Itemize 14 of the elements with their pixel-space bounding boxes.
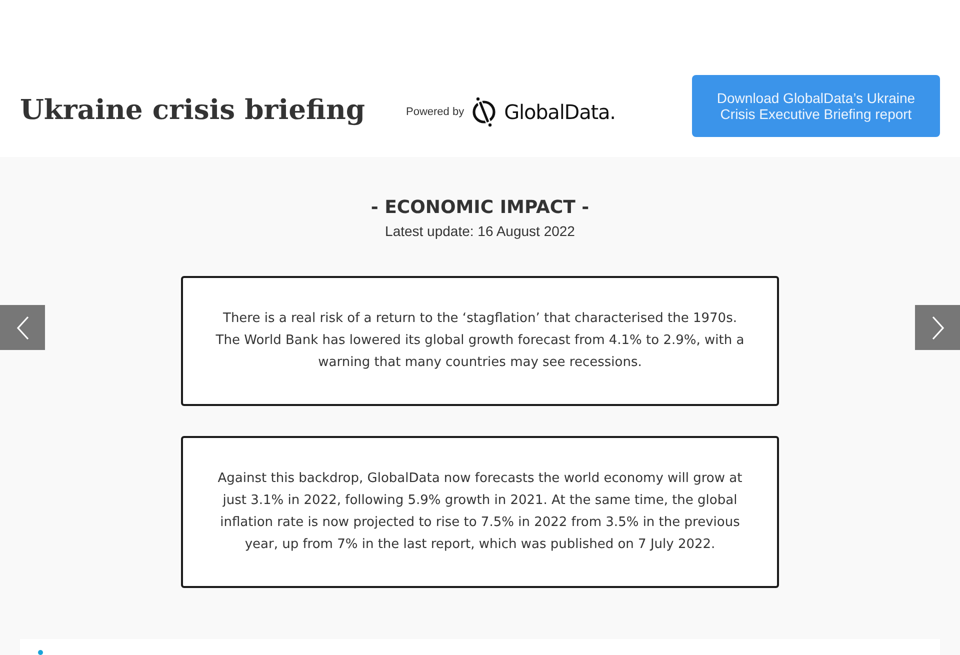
logo-icon xyxy=(472,97,496,127)
dot-icon xyxy=(38,650,43,655)
next-button[interactable] xyxy=(915,305,960,350)
previous-button[interactable] xyxy=(0,305,45,350)
section-heading: - ECONOMIC IMPACT - xyxy=(370,196,590,220)
slide-text: Against this backdrop, GlobalData now forecasts the world economy will grow at just 3.1% in 2022, following 5.9% growth in 2021. At the same time, the global inflation rate is now projected to rise to 7.5% in 2022 from 3.5% in the previous year, up from 7% in the last report, which was published on 7 July 2022. xyxy=(216,470,744,554)
logo-wordmark: GlobalData. xyxy=(504,100,616,124)
slide-text: There is a real risk of a return to the ‘stagflation’ that characterised the 1970s. The World Bank has lowered its global growth forecast from 4.1% to 2.9%, with a warning that many countries may see recessions. xyxy=(214,310,746,372)
page-title: Ukraine crisis briefing xyxy=(20,94,366,126)
download-report-button[interactable]: Download GlobalData’s Ukraine Crisis Executive Briefing report xyxy=(692,75,940,137)
chevron-left-icon xyxy=(16,316,28,340)
latest-update-text: Latest update: 16 August 2022 xyxy=(384,222,576,240)
powered-by-label: Powered by xyxy=(406,106,464,118)
chevron-right-icon xyxy=(932,316,944,340)
